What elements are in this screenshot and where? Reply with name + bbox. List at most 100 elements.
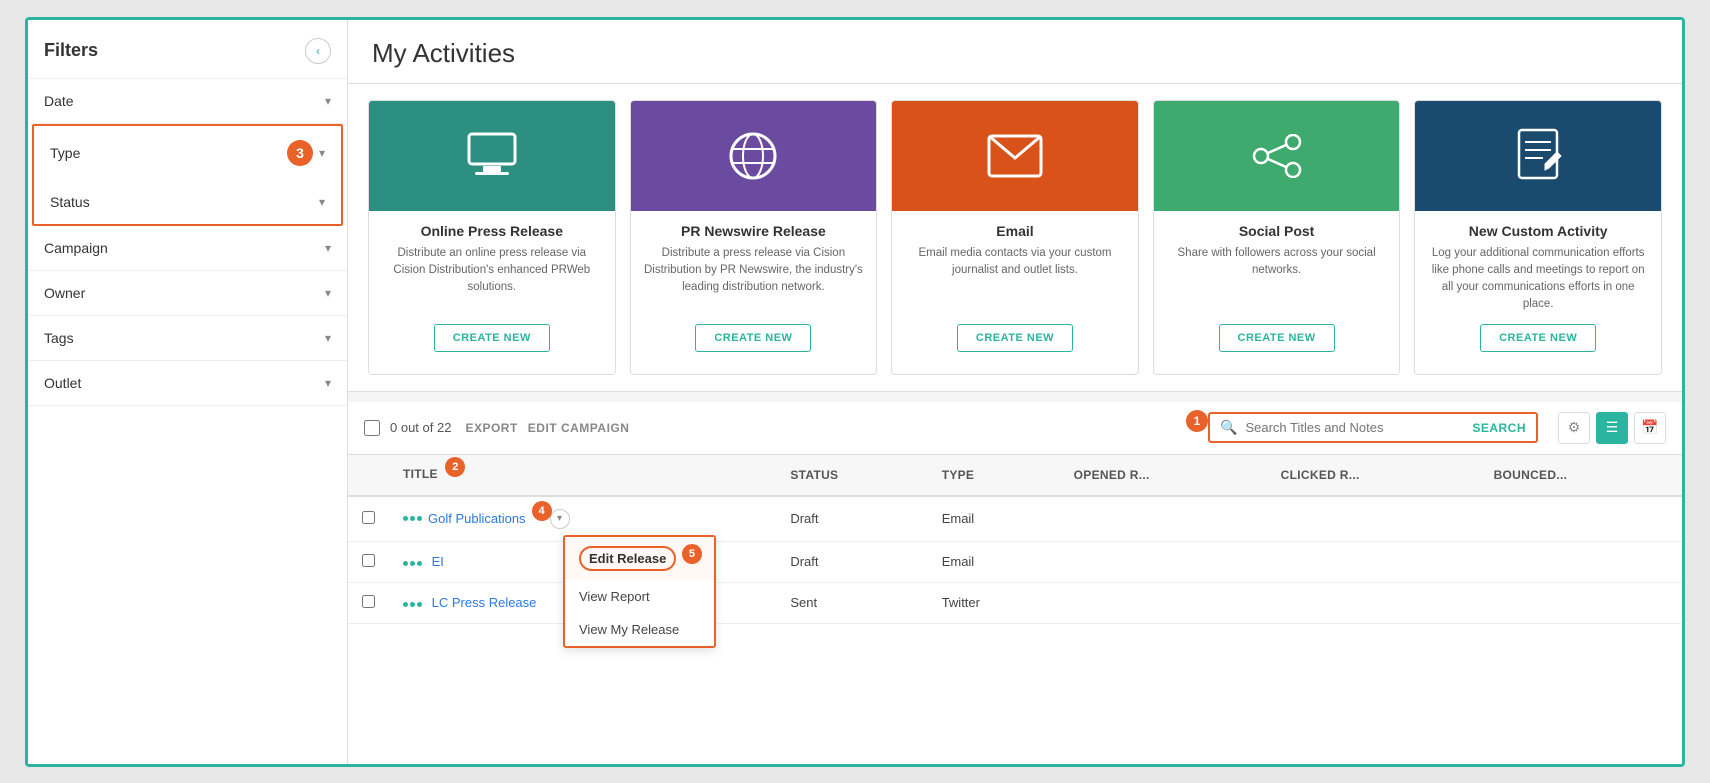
card-desc-email: Email media contacts via your custom jou…: [904, 245, 1126, 314]
row-dots-button-2[interactable]: [403, 561, 422, 566]
calendar-view-button[interactable]: 📅: [1634, 412, 1666, 444]
card-body-online-press-release: Online Press Release Distribute an onlin…: [369, 211, 615, 374]
filter-item-date[interactable]: Date ▾: [28, 79, 347, 124]
card-body-custom-activity: New Custom Activity Log your additional …: [1415, 211, 1661, 374]
chevron-down-icon-outlet: ▾: [325, 376, 331, 390]
row-type-cell-3: Twitter: [928, 582, 1060, 623]
row-dots-button-1[interactable]: [403, 516, 422, 521]
card-pr-newswire: PR Newswire Release Distribute a press r…: [630, 100, 878, 375]
row-bounced-cell-1: [1480, 496, 1682, 542]
settings-icon-button[interactable]: ⚙: [1558, 412, 1590, 444]
select-all-checkbox[interactable]: [364, 420, 380, 436]
page-title: My Activities: [348, 20, 1682, 84]
filter-item-outlet[interactable]: Outlet ▾: [28, 361, 347, 406]
row-clicked-cell-1: [1267, 496, 1480, 542]
table-row: LC Press Release Sent Twitter: [348, 582, 1682, 623]
search-wrapper: 🔍 SEARCH: [1208, 412, 1538, 443]
card-name-pr-newswire: PR Newswire Release: [643, 223, 865, 239]
chevron-down-icon-status: ▾: [319, 195, 325, 209]
card-icon-area-online-press-release: [369, 101, 615, 211]
row-clicked-cell-3: [1267, 582, 1480, 623]
create-new-email-button[interactable]: CREATE NEW: [957, 324, 1073, 352]
dropdown-item-view-my-release[interactable]: View My Release: [565, 613, 714, 646]
filter-item-owner[interactable]: Owner ▾: [28, 271, 347, 316]
col-clicked: CLICKED R...: [1267, 455, 1480, 496]
row-checkbox-cell: [348, 496, 389, 542]
card-desc-custom-activity: Log your additional communication effort…: [1427, 245, 1649, 314]
chevron-down-icon-type: ▾: [319, 146, 325, 160]
share-icon: [1249, 134, 1305, 178]
type-status-badge: 3: [287, 140, 313, 166]
dropdown-item-view-report[interactable]: View Report: [565, 580, 714, 613]
card-body-pr-newswire: PR Newswire Release Distribute a press r…: [631, 211, 877, 374]
row-checkbox-3[interactable]: [362, 595, 375, 608]
table-row: EI Draft Email: [348, 541, 1682, 582]
card-icon-area-pr-newswire: [631, 101, 877, 211]
search-icon: 🔍: [1220, 419, 1237, 436]
row-type-cell-2: Email: [928, 541, 1060, 582]
card-icon-area-social-post: [1154, 101, 1400, 211]
row-title-link-1[interactable]: Golf Publications: [428, 511, 526, 526]
table-row: Golf Publications 4 ▾ Edit Release: [348, 496, 1682, 542]
card-icon-area-email: [892, 101, 1138, 211]
chevron-down-icon: ▾: [325, 94, 331, 108]
col-bounced: BOUNCED...: [1480, 455, 1682, 496]
title-annotation-badge: 2: [445, 457, 465, 477]
row-title-link-2[interactable]: EI: [432, 554, 444, 569]
chevron-down-icon-tags: ▾: [325, 331, 331, 345]
annotation-badge-4: 4: [532, 501, 552, 521]
create-new-pr-newswire-button[interactable]: CREATE NEW: [695, 324, 811, 352]
create-new-social-post-button[interactable]: CREATE NEW: [1219, 324, 1335, 352]
annotation-badge-5: 5: [682, 544, 702, 564]
toolbar-icons: ⚙ ☰ 📅: [1558, 412, 1666, 444]
row-title-cell-1: Golf Publications 4 ▾ Edit Release: [389, 496, 776, 542]
row-type-cell-1: Email: [928, 496, 1060, 542]
filter-item-tags[interactable]: Tags ▾: [28, 316, 347, 361]
row-title-link-3[interactable]: LC Press Release: [432, 595, 537, 610]
col-checkbox: [348, 455, 389, 496]
row-checkbox-1[interactable]: [362, 511, 375, 524]
row-opened-cell-1: [1060, 496, 1267, 542]
card-new-custom-activity: New Custom Activity Log your additional …: [1414, 100, 1662, 375]
row-status-cell-1: Draft: [776, 496, 927, 542]
filter-item-type[interactable]: Type 3 ▾: [34, 126, 341, 180]
row-dots-button-3[interactable]: [403, 602, 422, 607]
row-opened-cell-2: [1060, 541, 1267, 582]
row-status-cell-2: Draft: [776, 541, 927, 582]
list-view-button[interactable]: ☰: [1596, 412, 1628, 444]
table-toolbar: 0 out of 22 EXPORT EDIT CAMPAIGN 1 🔍 SEA…: [348, 402, 1682, 455]
search-input[interactable]: [1245, 420, 1472, 435]
filter-item-status[interactable]: Status ▾: [34, 180, 341, 224]
filter-label-outlet: Outlet: [44, 375, 81, 391]
filter-label-tags: Tags: [44, 330, 74, 346]
card-email: Email Email media contacts via your cust…: [891, 100, 1139, 375]
custom-activity-icon: [1513, 128, 1563, 184]
data-table: TITLE 2 STATUS TYPE OPENED R... CLICKED …: [348, 455, 1682, 624]
card-desc-pr-newswire: Distribute a press release via Cision Di…: [643, 245, 865, 314]
row-bounced-cell-3: [1480, 582, 1682, 623]
dropdown-trigger-1[interactable]: ▾: [550, 509, 570, 529]
sidebar-header: Filters ‹: [28, 20, 347, 79]
create-new-online-press-release-button[interactable]: CREATE NEW: [434, 324, 550, 352]
main-content: My Activities Online Press Release Distr…: [348, 20, 1682, 764]
card-desc-social-post: Share with followers across your social …: [1166, 245, 1388, 314]
card-body-social-post: Social Post Share with followers across …: [1154, 211, 1400, 374]
filter-label-campaign: Campaign: [44, 240, 108, 256]
card-body-email: Email Email media contacts via your cust…: [892, 211, 1138, 374]
email-icon: [987, 134, 1043, 178]
card-icon-area-custom-activity: [1415, 101, 1661, 211]
cards-section: Online Press Release Distribute an onlin…: [348, 84, 1682, 392]
create-new-custom-activity-button[interactable]: CREATE NEW: [1480, 324, 1596, 352]
edit-campaign-button[interactable]: EDIT CAMPAIGN: [528, 421, 630, 435]
filter-item-campaign[interactable]: Campaign ▾: [28, 226, 347, 271]
row-checkbox-2[interactable]: [362, 554, 375, 567]
dropdown-item-edit-release[interactable]: Edit Release 5: [565, 537, 714, 580]
row-clicked-cell-2: [1267, 541, 1480, 582]
filter-label-date: Date: [44, 93, 74, 109]
chevron-down-icon-owner: ▾: [325, 286, 331, 300]
search-button[interactable]: SEARCH: [1472, 421, 1526, 435]
sidebar-title: Filters: [44, 40, 98, 61]
col-status: STATUS: [776, 455, 927, 496]
sidebar-collapse-button[interactable]: ‹: [305, 38, 331, 64]
export-button[interactable]: EXPORT: [465, 421, 517, 435]
